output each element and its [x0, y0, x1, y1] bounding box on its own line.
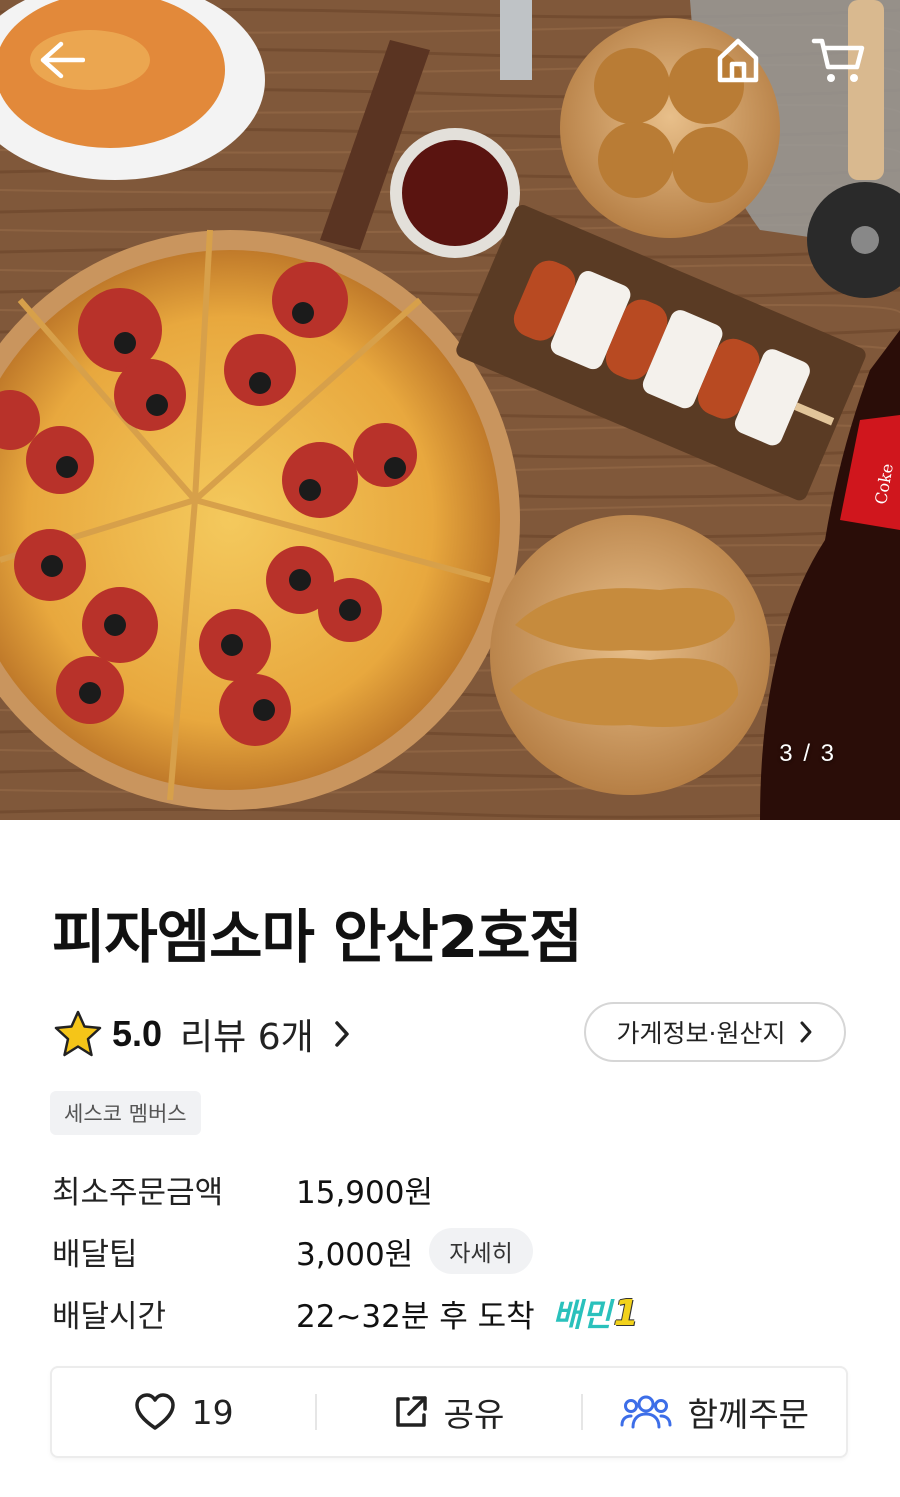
cart-button[interactable]	[806, 28, 870, 92]
store-name: 피자엠소마 안산2호점	[52, 903, 583, 971]
store-hero-image: Coke 3 / 3	[0, 0, 900, 820]
like-count: 19	[191, 1392, 234, 1432]
cesco-badge: 세스코 멤버스	[50, 1091, 201, 1135]
tip-detail-button[interactable]: 자세히	[429, 1228, 533, 1274]
cart-icon	[811, 38, 865, 82]
share-button[interactable]: 공유	[317, 1368, 580, 1456]
delivery-tip-label: 배달팁	[52, 1236, 138, 1273]
store-info-label: 가게정보·원산지	[616, 1019, 786, 1048]
delivery-time-value: 22~32분 후 도착	[296, 1298, 535, 1335]
store-info-button[interactable]: 가게정보·원산지	[584, 1002, 846, 1062]
back-arrow-icon	[40, 41, 85, 79]
delivery-tip-row: 배달팁 3,000원 자세히	[52, 1226, 533, 1276]
share-icon	[395, 1396, 427, 1427]
baemin-logo-text: 배민	[552, 1296, 612, 1334]
heart-icon	[134, 1393, 175, 1430]
baemin-logo-number: 1	[613, 1292, 639, 1334]
home-button[interactable]	[706, 28, 770, 92]
rating-row: 5.0 리뷰 6개	[52, 1004, 350, 1064]
back-button[interactable]	[30, 28, 94, 92]
min-order-value: 15,900원	[296, 1174, 433, 1211]
share-label: 공유	[443, 1395, 505, 1434]
delivery-time-label: 배달시간	[52, 1298, 167, 1335]
image-pager: 3 / 3	[779, 740, 836, 767]
delivery-tip-value: 3,000원	[296, 1236, 414, 1273]
chevron-right-icon	[800, 1021, 812, 1043]
group-order-label: 함께주문	[687, 1395, 810, 1434]
baemin-one-logo: 배민 1	[553, 1290, 639, 1336]
group-order-button[interactable]: 함께주문	[583, 1368, 846, 1456]
chevron-right-icon	[335, 1021, 349, 1047]
review-link[interactable]: 리뷰 6개	[180, 1008, 350, 1060]
rating-value: 5.0	[112, 1013, 163, 1054]
min-order-label: 최소주문금액	[52, 1174, 224, 1211]
like-button[interactable]: 19	[52, 1368, 315, 1456]
min-order-row: 최소주문금액 15,900원	[52, 1164, 433, 1214]
review-count-label: 리뷰 6개	[180, 1017, 314, 1058]
home-icon	[717, 38, 759, 83]
action-bar: 19 공유 함께주문	[50, 1366, 848, 1458]
star-icon	[54, 1010, 102, 1057]
food-photo: Coke	[0, 0, 900, 820]
group-users-icon	[620, 1395, 672, 1429]
delivery-time-row: 배달시간 22~32분 후 도착 배민 1	[52, 1288, 639, 1338]
